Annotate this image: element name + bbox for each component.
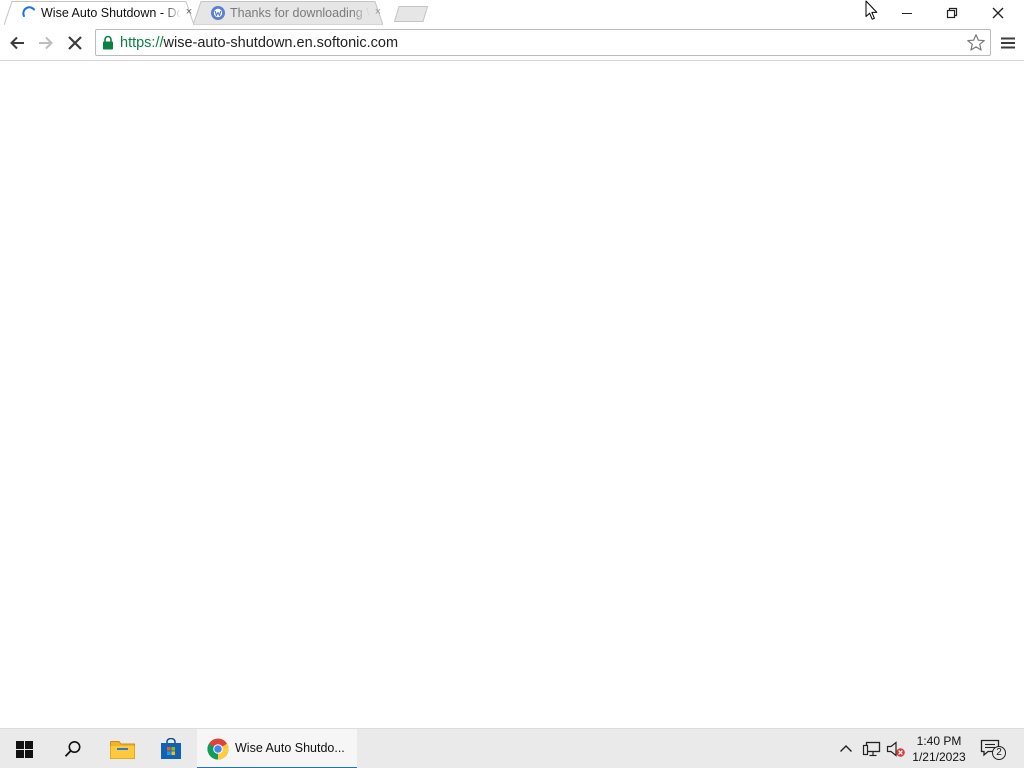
start-button[interactable] [0,729,48,768]
url-scheme: https:// [120,35,164,51]
volume-muted-icon[interactable] [886,740,906,758]
back-button[interactable] [5,31,29,55]
tab-title: Wise Auto Shutdown - Download [41,6,181,20]
browser-toolbar: https://wise-auto-shutdown.en.softonic.c… [0,26,1024,61]
arrow-left-icon [10,36,24,50]
chrome-menu-button[interactable] [996,31,1020,55]
store-bag-icon [161,738,181,759]
close-icon [992,7,1004,19]
file-explorer-button[interactable] [98,729,146,768]
hamburger-menu-icon [1001,37,1015,49]
page-viewport[interactable] [0,62,1024,728]
tab-wise-auto-shutdown[interactable]: Wise Auto Shutdown - Download × [4,1,194,25]
loading-spinner-icon [22,6,35,17]
address-bar[interactable]: https://wise-auto-shutdown.en.softonic.c… [95,29,991,56]
restore-button[interactable] [930,0,975,26]
arrow-right-icon [39,36,53,50]
close-tab-icon[interactable]: × [373,7,383,18]
network-icon[interactable] [862,740,882,758]
folder-icon [110,741,135,759]
new-tab-button[interactable] [394,6,428,22]
microsoft-store-button[interactable] [147,729,195,768]
taskbar-clock[interactable]: 1:40 PM 1/21/2023 [908,732,970,766]
tab-title: Thanks for downloading Wise Auto Shutdow… [230,6,370,20]
clock-time: 1:40 PM [916,734,962,748]
chrome-taskbar-label: Wise Auto Shutdo... [235,741,345,755]
stop-loading-icon [68,36,82,50]
minimize-icon [902,13,912,14]
forward-button[interactable] [34,31,58,55]
url-text[interactable]: https://wise-auto-shutdown.en.softonic.c… [120,35,398,51]
clock-date: 1/21/2023 [912,750,966,764]
desktop-screen: Wise Auto Shutdown - Download × Thanks f… [0,0,1024,768]
url-host: wise-auto-shutdown.en.softonic.com [163,35,399,51]
action-center-button[interactable]: 2 [978,737,1008,763]
windows-logo-icon [16,741,33,758]
lock-icon [103,35,113,50]
chrome-icon [207,738,229,760]
mouse-cursor-icon [865,0,878,20]
bookmark-star-icon[interactable] [966,33,986,53]
windows-taskbar: Wise Auto Shutdo... 1:40 PM 1/21/2023 2 [0,728,1024,768]
chevron-up-icon[interactable] [838,741,854,757]
notification-count-badge: 2 [992,746,1006,760]
tab-thanks-for-downloading[interactable]: Thanks for downloading Wise Auto Shutdow… [193,1,383,25]
stop-loading-button[interactable] [63,31,87,55]
search-icon [64,741,81,757]
minimize-button[interactable] [885,0,930,26]
restore-icon [946,7,958,19]
close-window-button[interactable] [976,0,1021,26]
search-button[interactable] [48,729,96,768]
chrome-taskbar-button[interactable]: Wise Auto Shutdo... [197,729,357,768]
softonic-icon [211,6,225,20]
